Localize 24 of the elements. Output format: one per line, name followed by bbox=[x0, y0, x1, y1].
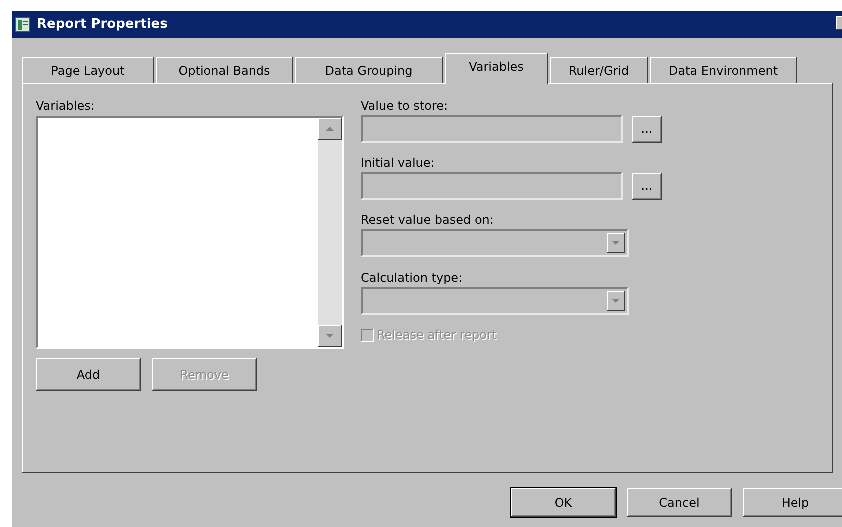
scroll-down-icon bbox=[326, 334, 334, 338]
tab[interactable]: Variables bbox=[445, 53, 548, 84]
tab[interactable]: Data Environment bbox=[650, 57, 797, 83]
field-label: Calculation type: bbox=[361, 270, 464, 286]
add-button[interactable]: Add bbox=[36, 358, 141, 391]
scrollbar[interactable] bbox=[318, 118, 342, 347]
tab[interactable]: Optional Bands bbox=[156, 57, 293, 83]
window-title: Report Properties bbox=[37, 17, 168, 32]
field-label: Value to store: bbox=[361, 98, 450, 114]
scroll-up-icon bbox=[326, 127, 334, 131]
tab[interactable]: Data Grouping bbox=[295, 57, 443, 83]
field-label: Initial value: bbox=[361, 155, 436, 171]
field-label: Reset value based on: bbox=[361, 212, 495, 228]
cancel-button[interactable]: Cancel bbox=[627, 488, 732, 517]
checkbox-label: Release after report bbox=[377, 328, 497, 342]
dropdown-arrow-icon bbox=[612, 299, 620, 303]
variables-list[interactable] bbox=[36, 116, 344, 349]
tab[interactable]: Page Layout bbox=[22, 57, 154, 83]
help-button[interactable]: Help bbox=[743, 488, 842, 517]
tab[interactable]: Ruler/Grid bbox=[550, 57, 648, 83]
dropdown-arrow-icon bbox=[612, 241, 620, 245]
variables-label: Variables: bbox=[36, 98, 96, 114]
report-icon bbox=[15, 16, 31, 32]
ok-button[interactable]: OK bbox=[511, 488, 616, 517]
